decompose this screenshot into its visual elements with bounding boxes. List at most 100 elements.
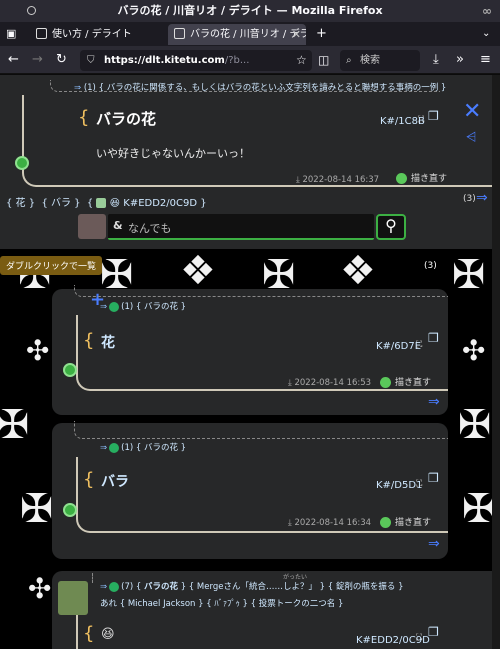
parent-link-row[interactable]: ⇒ (1) { バラの花に関係する、もしくはバラの花といふ文字列を讀みとると聯想… [74, 81, 446, 93]
share-icon[interactable]: ⩤ [466, 130, 476, 145]
pen-icon [396, 173, 407, 184]
globe-icon[interactable] [15, 156, 29, 170]
sidebar-toggle-icon[interactable]: ▣ [6, 24, 16, 44]
search-icon: ⚲ [385, 216, 397, 235]
expand-icon[interactable]: ⛶ [416, 479, 422, 489]
tag-vote-talk[interactable]: 投票トークの二つ名 [259, 599, 336, 609]
copy-icon[interactable]: ❐ [428, 625, 439, 639]
pen-icon [380, 377, 391, 388]
parent-arrow-icon: ⇒ [100, 443, 108, 453]
tab-rose[interactable]: バラの花 / 川音リオ / デライト ✕ [168, 24, 306, 45]
redraw-label: 描き直す [411, 174, 448, 184]
downloads-icon[interactable]: ⤓ [433, 50, 439, 70]
window-menu-icon[interactable] [27, 6, 36, 15]
tag-michael-jackson[interactable]: Michael Jackson [128, 599, 196, 609]
parent-connector [74, 285, 448, 297]
tag-list-row2: あれ { Michael Jackson } { ﾊﾞｧﾌﾟｩ } { 投票トー… [100, 599, 344, 609]
tab-list-icon[interactable]: ⌄ [482, 24, 490, 44]
close-icon[interactable]: ✕ [463, 99, 481, 124]
copy-icon[interactable]: ❐ [428, 471, 439, 485]
parent-count: (1) [121, 443, 134, 453]
reload-icon[interactable]: ↻ [56, 50, 67, 70]
tag-count: (3) [463, 194, 476, 204]
tag-flower[interactable]: { 花 } [6, 198, 35, 209]
hamburger-menu-icon[interactable]: ≡ [480, 50, 491, 70]
shield-icon[interactable]: ⛉ [87, 50, 95, 71]
minus-icon[interactable] [109, 581, 120, 592]
parent-arrow-icon: ⇒ [100, 302, 108, 312]
node-title: バラ [101, 474, 129, 490]
expand-arrow-icon[interactable]: ⇒ [428, 536, 440, 552]
back-icon[interactable]: ← [8, 50, 19, 70]
redraw-button[interactable]: 描き直す [380, 515, 431, 528]
parent-count: (1) [121, 302, 134, 312]
tooltip: ダブルクリックで一覧 [0, 256, 103, 275]
globe-icon[interactable] [63, 363, 77, 377]
forward-icon[interactable]: → [32, 50, 43, 70]
parent-count: (1) [83, 83, 96, 93]
ruby-text: がったい [283, 574, 308, 581]
parent-arrow-icon: ⇒ [100, 582, 108, 592]
expand-arrow-icon[interactable]: ⇒ [428, 394, 440, 410]
url-bar[interactable]: ⛉ https://dlt.kitetu.com/?b... [80, 50, 312, 71]
tab-label: バラの花 / 川音リオ / デライト [190, 29, 306, 40]
infinity-icon[interactable]: ∞ [482, 0, 492, 22]
date-text: 2022-08-14 16:34 [294, 518, 372, 528]
copy-icon[interactable]: ❐ [428, 331, 439, 345]
tag-are[interactable]: あれ [100, 599, 117, 609]
tag-row: { 花 } { バラ } { 😆 K#EDD2/0C9D } [6, 198, 207, 209]
tab-bar: ▣ 使い方 / デライト バラの花 / 川音リオ / デライト ✕ + ⌄ [0, 22, 500, 46]
parent-text: { バラの花 } [135, 302, 187, 312]
search-icon: ⌕ [346, 55, 352, 66]
smiley-icon: 😆 [109, 198, 121, 209]
parent-count: (7) [121, 582, 134, 592]
parent-text: { バラの花に関係する、もしくはバラの花といふ文字列を讀みとると聯想する事柄の一… [98, 83, 447, 93]
expand-icon[interactable]: ⛶ [418, 115, 424, 125]
input-prefix: & [113, 219, 123, 232]
redraw-button[interactable]: 描き直す [380, 375, 431, 388]
new-tab-button[interactable]: + [316, 24, 327, 44]
node-id[interactable]: K#/6D7E [376, 341, 421, 352]
tag-pill-bottle[interactable]: 錠剤の瓶を振る [336, 582, 396, 592]
tab-usage[interactable]: 使い方 / デライト [30, 24, 165, 45]
site-favicon-icon [174, 27, 185, 39]
expand-icon[interactable]: ⛶ [416, 340, 422, 350]
search-submit-button[interactable]: ⚲ [376, 214, 406, 240]
tag-rose[interactable]: { バラ } [41, 198, 80, 209]
redraw-button[interactable]: 描き直す [396, 171, 447, 184]
tag-merge[interactable]: Mergeさん「統合……しよ？」 [197, 582, 317, 592]
globe-icon[interactable] [63, 503, 77, 517]
navigation-toolbar: ← → ↻ ⛉ https://dlt.kitetu.com/?b... ☆ ◫… [0, 46, 500, 74]
scrollbar[interactable] [492, 75, 500, 649]
query-input[interactable]: & なんでも [108, 214, 374, 240]
expand-icon[interactable]: ⛶ [416, 633, 422, 643]
minus-icon[interactable] [109, 301, 120, 312]
open-brace: { [83, 469, 95, 490]
input-placeholder: なんでも [128, 222, 172, 235]
node-title: 花 [101, 335, 115, 351]
close-tab-icon[interactable]: ✕ [292, 24, 301, 45]
url-path: /?b... [224, 55, 250, 66]
minus-icon[interactable] [109, 442, 120, 453]
search-bar[interactable]: ⌕ 検索 [340, 50, 420, 71]
created-date: ⤓ 2022-08-14 16:37 [296, 175, 380, 185]
overflow-icon[interactable]: » [456, 50, 464, 70]
open-brace: { [83, 330, 95, 351]
pocket-icon[interactable]: ◫ [318, 50, 329, 70]
expand-arrow-icon[interactable]: ⇒ [476, 190, 488, 206]
date-text: 2022-08-14 16:37 [302, 175, 380, 185]
window-titlebar: バラの花 / 川音リオ / デライト — Mozilla Firefox ∞ [0, 0, 500, 22]
tag-current[interactable]: K#EDD2/0C9D [123, 198, 197, 209]
node-title: バラの花 [96, 110, 157, 128]
tag-rose-flower[interactable]: バラの花 [144, 582, 178, 592]
user-avatar[interactable] [78, 214, 106, 239]
tag-baapu[interactable]: ﾊﾞｧﾌﾟｩ [214, 599, 240, 609]
site-favicon-icon [36, 27, 47, 39]
copy-icon[interactable]: ❐ [428, 109, 439, 123]
created-date: ⤓ 2022-08-14 16:53 [288, 378, 372, 388]
parent-link-row[interactable]: ⇒ (1) { バラの花 } [100, 441, 186, 453]
character-avatar[interactable] [58, 581, 88, 615]
bookmark-star-icon[interactable]: ☆ [296, 50, 307, 70]
parent-link-row[interactable]: ⇒ (1) { バラの花 } [100, 300, 186, 312]
avatar-icon [96, 198, 107, 208]
